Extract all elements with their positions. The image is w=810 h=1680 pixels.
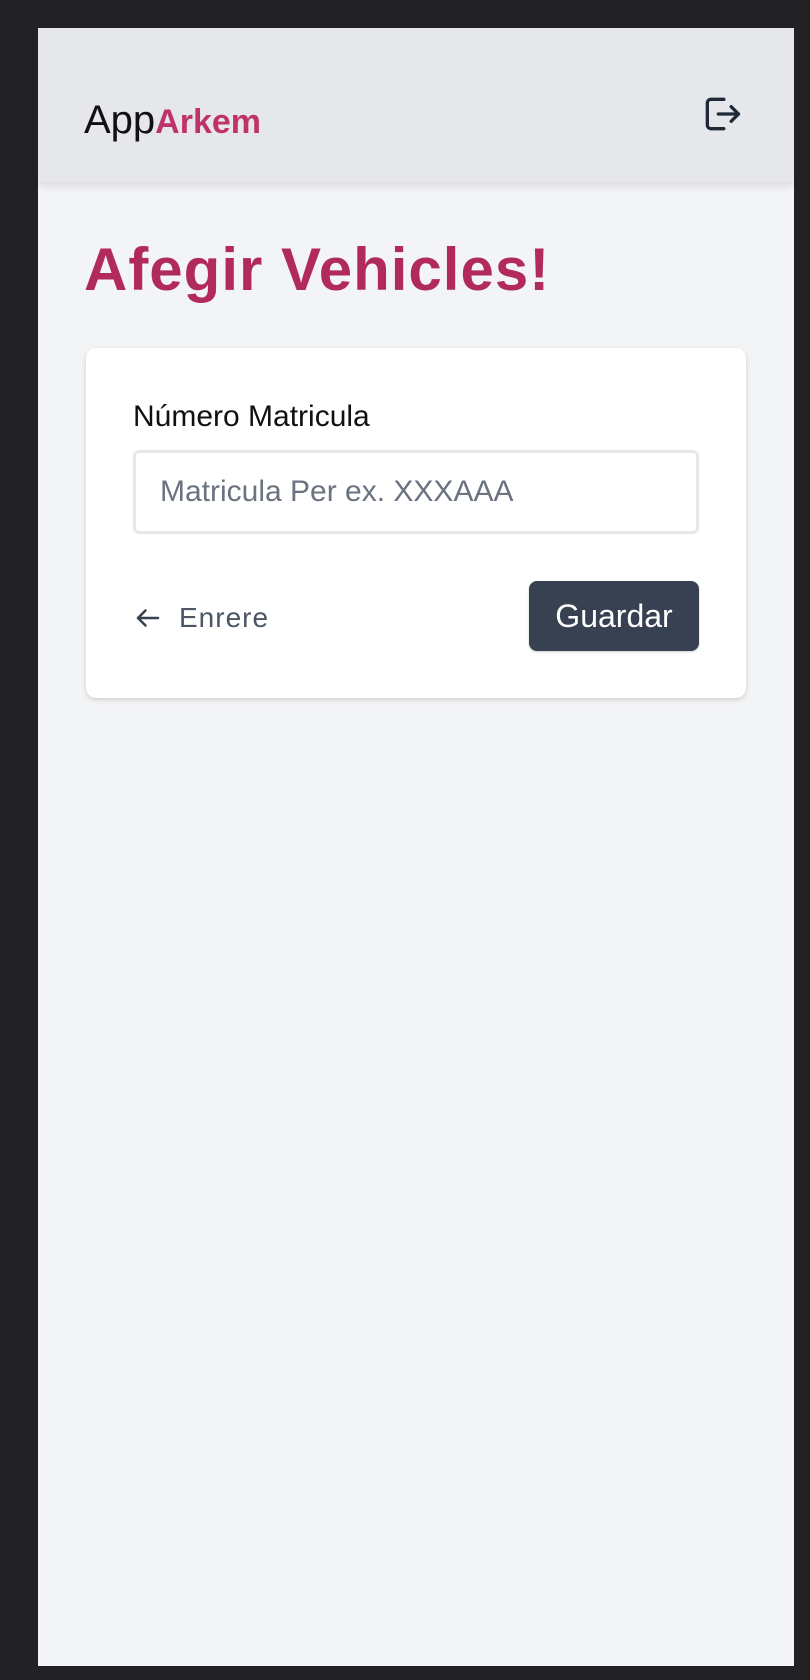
brand-name: Arkem [155,103,262,141]
add-vehicle-form: Número Matricula Enrere Guardar [86,348,746,698]
arrow-left-icon [136,609,160,627]
save-button[interactable]: Guardar [529,581,699,651]
app-viewport: AppArkem Afegir Vehicles! Número Matricu… [38,28,794,1666]
app-logo[interactable]: AppArkem [84,96,261,146]
plate-label: Número Matricula [133,400,370,433]
back-button[interactable]: Enrere [133,598,269,638]
plate-input[interactable] [133,450,699,534]
back-label: Enrere [179,602,270,633]
page-title: Afegir Vehicles! [84,236,551,303]
logout-icon [705,97,741,131]
brand-prefix: App [84,98,156,142]
top-header: AppArkem [38,28,794,182]
logout-button[interactable] [700,92,744,136]
